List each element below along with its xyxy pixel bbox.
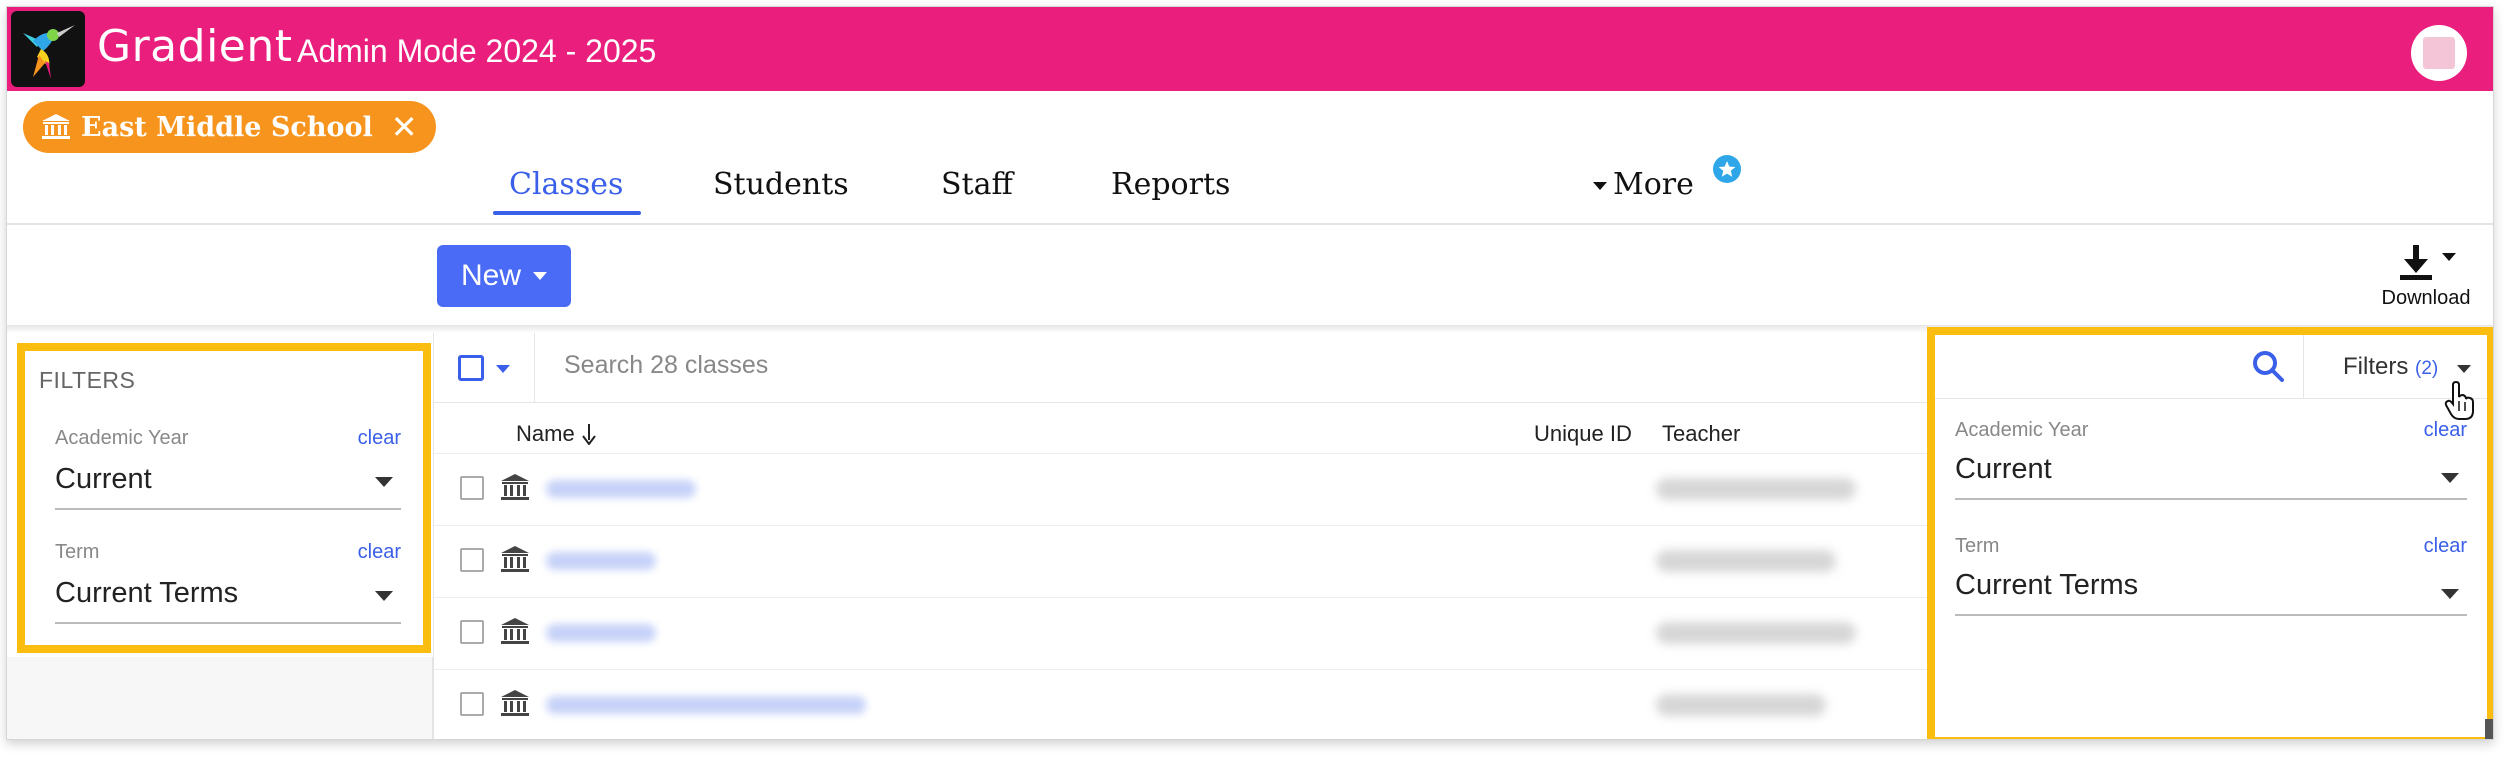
caret-down-icon[interactable] xyxy=(496,365,510,373)
filters-toggle-label: Filters xyxy=(2343,353,2409,380)
tab-staff[interactable]: Staff xyxy=(941,167,1013,202)
column-header-unique-id[interactable]: Unique ID xyxy=(1534,421,1632,447)
search-input[interactable] xyxy=(564,351,1364,380)
school-chip[interactable]: East Middle School ✕ xyxy=(23,101,436,153)
new-button[interactable]: New xyxy=(437,245,571,307)
academic-year-value: Current xyxy=(1955,453,2052,485)
caret-down-icon xyxy=(2441,473,2459,483)
new-button-label: New xyxy=(460,259,521,292)
class-name-link[interactable] xyxy=(546,480,696,498)
academic-year-select[interactable]: Current xyxy=(55,463,401,510)
table-row[interactable] xyxy=(434,597,1933,669)
teacher-cell xyxy=(1656,550,1836,572)
app-window: Gradient Admin Mode 2024 - 2025 East Mid… xyxy=(6,6,2494,740)
row-checkbox[interactable] xyxy=(460,620,484,644)
column-header-teacher[interactable]: Teacher xyxy=(1662,421,1740,447)
classes-table: Name Unique ID Teacher xyxy=(433,333,1933,739)
teacher-cell xyxy=(1656,622,1856,644)
divider xyxy=(534,333,535,403)
building-icon xyxy=(501,690,529,716)
column-header-name-label: Name xyxy=(516,421,575,446)
filters-title: FILTERS xyxy=(39,367,136,393)
term-clear-link[interactable]: clear xyxy=(358,541,401,564)
tab-students[interactable]: Students xyxy=(713,167,849,202)
term-select[interactable]: Current Terms xyxy=(55,577,401,624)
download-icon xyxy=(2400,245,2432,280)
divider xyxy=(2303,335,2304,399)
download-button[interactable]: Download xyxy=(2371,243,2481,310)
filters-dropdown: Filters (2) Academic Year clear Current … xyxy=(1927,327,2493,739)
search-icon[interactable] xyxy=(2251,349,2285,383)
caret-down-icon xyxy=(1593,182,1607,190)
filters-toggle[interactable]: Filters (2) xyxy=(2343,353,2438,381)
teacher-cell xyxy=(1656,478,1856,500)
academic-year-clear-link[interactable]: clear xyxy=(358,427,401,450)
filters-sidebar: FILTERS Academic Year clear Current Term… xyxy=(17,343,431,653)
class-name-link[interactable] xyxy=(546,552,656,570)
row-checkbox[interactable] xyxy=(460,692,484,716)
hummingbird-logo-icon[interactable] xyxy=(11,11,85,87)
brand-name[interactable]: Gradient xyxy=(97,21,293,72)
caret-down-icon xyxy=(375,591,393,601)
select-all-checkbox[interactable] xyxy=(458,355,484,381)
filters-count-badge: (2) xyxy=(2415,358,2439,379)
top-bar: Gradient Admin Mode 2024 - 2025 xyxy=(7,7,2493,91)
sidebar-empty-area xyxy=(7,657,433,739)
term-value: Current Terms xyxy=(1955,569,2139,601)
tab-classes[interactable]: Classes xyxy=(509,167,623,202)
sort-down-arrow-icon xyxy=(582,424,596,446)
caret-down-icon[interactable] xyxy=(2457,365,2471,373)
row-checkbox[interactable] xyxy=(460,476,484,500)
academic-year-label: Academic Year xyxy=(55,427,189,449)
academic-year-label: Academic Year xyxy=(1955,419,2089,441)
class-name-link[interactable] xyxy=(546,696,866,714)
table-row[interactable] xyxy=(434,453,1933,525)
building-icon xyxy=(501,546,529,572)
school-chip-label: East Middle School xyxy=(81,111,373,143)
column-header-name[interactable]: Name xyxy=(516,421,597,447)
term-label: Term xyxy=(55,541,100,563)
building-icon xyxy=(501,618,529,644)
tab-more[interactable]: More xyxy=(1593,167,1694,202)
building-icon xyxy=(501,474,529,500)
class-name-link[interactable] xyxy=(546,624,656,642)
star-badge-icon xyxy=(1713,155,1741,183)
table-row[interactable] xyxy=(434,669,1933,739)
filters-dropdown-header: Filters (2) xyxy=(1935,335,2487,420)
row-checkbox[interactable] xyxy=(460,548,484,572)
term-clear-link[interactable]: clear xyxy=(2424,535,2467,558)
academic-year-clear-link[interactable]: clear xyxy=(2424,419,2467,442)
table-row[interactable] xyxy=(434,525,1933,597)
search-row xyxy=(434,333,1933,403)
term-select[interactable]: Current Terms xyxy=(1955,569,2467,616)
building-icon xyxy=(42,114,70,139)
tab-more-label: More xyxy=(1613,167,1694,202)
active-tab-indicator xyxy=(493,211,641,215)
caret-down-icon xyxy=(2441,589,2459,599)
scrollbar[interactable] xyxy=(2485,719,2493,739)
academic-year-select[interactable]: Current xyxy=(1955,453,2467,500)
caret-down-icon xyxy=(2442,253,2456,261)
academic-year-value: Current xyxy=(55,463,152,495)
nav-divider xyxy=(7,223,2493,225)
tab-reports[interactable]: Reports xyxy=(1111,167,1230,202)
admin-mode-label: Admin Mode 2024 - 2025 xyxy=(297,33,657,69)
teacher-cell xyxy=(1656,694,1826,716)
caret-down-icon xyxy=(375,477,393,487)
hand-pointer-cursor-icon xyxy=(2444,381,2474,420)
download-label: Download xyxy=(2381,287,2471,309)
main-nav: Classes Students Staff Reports More xyxy=(7,157,2493,217)
close-icon[interactable]: ✕ xyxy=(391,108,418,146)
caret-down-icon xyxy=(533,272,547,280)
term-value: Current Terms xyxy=(55,577,239,609)
term-label: Term xyxy=(1955,535,2000,557)
avatar[interactable] xyxy=(2411,25,2467,81)
